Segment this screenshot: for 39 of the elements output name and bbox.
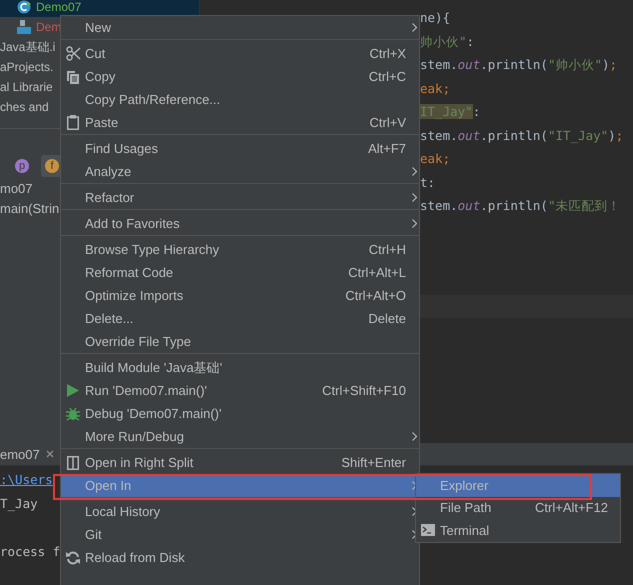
code-token: ; bbox=[616, 128, 624, 142]
shortcut-label: Alt+F7 bbox=[368, 141, 406, 156]
shortcut-label: Ctrl+Shift+F10 bbox=[322, 383, 406, 398]
code-token: : bbox=[472, 104, 480, 119]
code-token: ) bbox=[608, 128, 616, 142]
code-token: stem. bbox=[420, 57, 458, 72]
code-token: "帅小伙" bbox=[548, 57, 602, 72]
shortcut-label: Ctrl+X bbox=[370, 46, 406, 61]
code-token: .println( bbox=[480, 57, 548, 72]
code-token: out bbox=[458, 57, 480, 72]
shortcut-label: Ctrl+C bbox=[368, 69, 406, 84]
tree-label: Demo07 bbox=[36, 0, 82, 14]
console-line: rocess f bbox=[0, 543, 60, 561]
shortcut-label: Ctrl+V bbox=[370, 115, 406, 130]
code-token: out bbox=[458, 198, 480, 213]
code-token: .println( bbox=[480, 198, 548, 213]
tree-label: aProjects. bbox=[0, 60, 54, 74]
code-token: "未匹配到！ bbox=[548, 198, 620, 213]
code-token: 帅小伙" bbox=[420, 34, 467, 48]
code-token: stem. bbox=[420, 128, 458, 142]
code-token: out bbox=[458, 128, 480, 142]
shortcut-label: Ctrl+Alt+F12 bbox=[535, 500, 608, 516]
shortcut-label: Ctrl+Alt+O bbox=[345, 288, 406, 303]
code-token: t: bbox=[420, 174, 436, 190]
shortcut-label: Ctrl+H bbox=[368, 242, 406, 257]
code-token: eak; bbox=[420, 151, 450, 166]
code-token: .println( bbox=[480, 128, 548, 142]
shortcut-label: Shift+Enter bbox=[341, 455, 406, 470]
code-token: stem. bbox=[420, 198, 458, 213]
code-token: ; bbox=[610, 57, 618, 72]
tree-label: Dem bbox=[36, 20, 62, 34]
code-token: "IT_Jay" bbox=[548, 128, 608, 142]
code-token: : bbox=[466, 34, 474, 48]
code-token: eak; bbox=[420, 80, 450, 96]
console-line: T_Jay bbox=[0, 495, 38, 513]
shortcut-label: Delete bbox=[368, 311, 406, 326]
code-token: ) bbox=[602, 57, 610, 72]
shortcut-label: Ctrl+Alt+L bbox=[348, 265, 406, 280]
code-token: ne){ bbox=[420, 10, 450, 25]
